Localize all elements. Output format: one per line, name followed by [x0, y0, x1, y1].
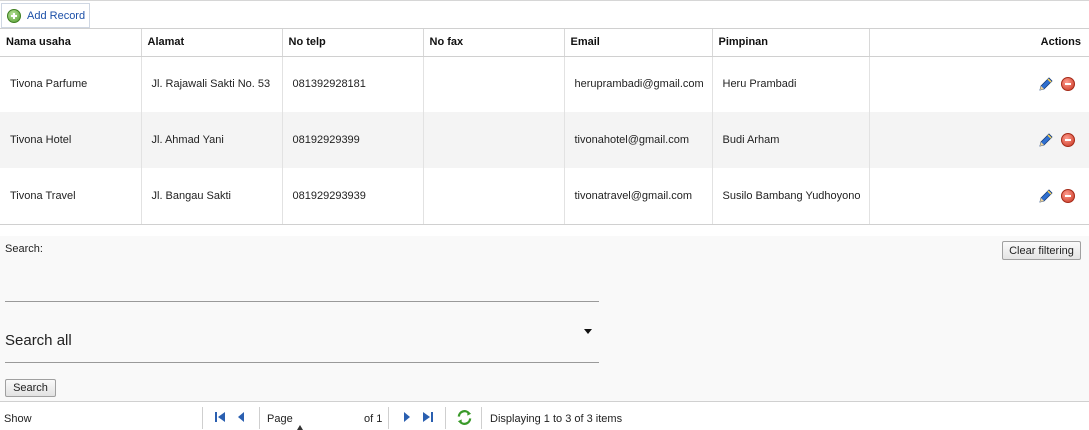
cell-no-fax [423, 168, 565, 225]
column-header-no-telp[interactable]: No telp [282, 29, 424, 57]
delete-icon[interactable] [1061, 77, 1075, 92]
column-header-nama-usaha[interactable]: Nama usaha [0, 29, 142, 57]
data-table: Nama usaha Alamat No telp No fax Email P… [0, 29, 1089, 225]
next-page-icon[interactable] [401, 411, 413, 423]
cell-nama-usaha: Tivona Hotel [0, 112, 142, 168]
page-label: Page [267, 413, 293, 425]
column-header-no-fax[interactable]: No fax [423, 29, 565, 57]
table-row: Tivona Parfume Jl. Rajawali Sakti No. 53… [0, 56, 1089, 112]
pencil-icon[interactable] [1038, 76, 1054, 92]
cell-email: tivonahotel@gmail.com [564, 112, 713, 168]
cell-email: tivonatravel@gmail.com [564, 168, 713, 225]
refresh-icon[interactable] [456, 409, 473, 426]
pencil-icon[interactable] [1038, 188, 1054, 204]
cell-nama-usaha: Tivona Parfume [0, 56, 142, 112]
column-header-alamat[interactable]: Alamat [141, 29, 283, 57]
dropdown-arrow-icon [584, 329, 592, 334]
add-record-label: Add Record [27, 9, 86, 22]
previous-page-icon[interactable] [235, 411, 247, 423]
search-input[interactable] [5, 276, 599, 302]
cell-no-telp: 08192929399 [282, 112, 424, 168]
cell-no-fax [423, 56, 565, 112]
table-header-row: Nama usaha Alamat No telp No fax Email P… [0, 29, 1089, 57]
cell-actions [869, 56, 1089, 112]
table-row: Tivona Travel Jl. Bangau Sakti 081929293… [0, 168, 1089, 225]
cell-email: heruprambadi@gmail.com [564, 56, 713, 112]
show-label: Show [4, 413, 32, 425]
cell-no-telp: 081392928181 [282, 56, 424, 112]
pager-separator [388, 407, 389, 429]
add-record-button[interactable]: Add Record [1, 3, 90, 28]
cell-pimpinan: Susilo Bambang Yudhoyono [712, 168, 870, 225]
pager-separator [202, 407, 203, 429]
cell-alamat: Jl. Bangau Sakti [141, 168, 283, 225]
cell-nama-usaha: Tivona Travel [0, 168, 142, 225]
cell-no-telp: 081929293939 [282, 168, 424, 225]
cell-alamat: Jl. Rajawali Sakti No. 53 [141, 56, 283, 112]
cell-no-fax [423, 112, 565, 168]
grid-toolbar: Add Record [0, 2, 1089, 29]
cell-pimpinan: Heru Prambadi [712, 56, 870, 112]
cell-pimpinan: Budi Arham [712, 112, 870, 168]
page-number-input[interactable] [298, 410, 356, 426]
add-circle-icon [7, 8, 21, 23]
first-page-icon[interactable] [214, 411, 226, 423]
column-header-pimpinan[interactable]: Pimpinan [712, 29, 870, 57]
page-count-label: of 1 [364, 413, 383, 425]
clear-filtering-button[interactable]: Clear filtering [1002, 241, 1081, 260]
cell-actions [869, 112, 1089, 168]
search-panel: Search: Clear filtering Search all Searc… [0, 236, 1089, 402]
table-row: Tivona Hotel Jl. Ahmad Yani 08192929399 … [0, 112, 1089, 168]
pencil-icon[interactable] [1038, 132, 1054, 148]
pager-separator [481, 407, 482, 429]
search-field-select[interactable]: Search all [5, 322, 599, 363]
pager-separator [445, 407, 446, 429]
delete-icon[interactable] [1061, 133, 1075, 147]
search-field-value: Search all [5, 332, 72, 349]
grid-container: Add Record Nama usaha Alamat No telp No … [0, 0, 1089, 430]
column-header-actions: Actions [869, 29, 1089, 57]
delete-icon[interactable] [1061, 188, 1075, 203]
pager: Show Page of 1 Displaying 1 to 3 of 3 it… [0, 403, 1089, 430]
search-button[interactable]: Search [5, 379, 56, 397]
resize-caret-icon [297, 425, 303, 430]
search-label: Search: [5, 243, 43, 255]
last-page-icon[interactable] [422, 411, 434, 423]
display-summary: Displaying 1 to 3 of 3 items [490, 413, 623, 425]
cell-alamat: Jl. Ahmad Yani [141, 112, 283, 168]
column-header-email[interactable]: Email [564, 29, 713, 57]
cell-actions [869, 168, 1089, 225]
pager-separator [259, 407, 260, 429]
